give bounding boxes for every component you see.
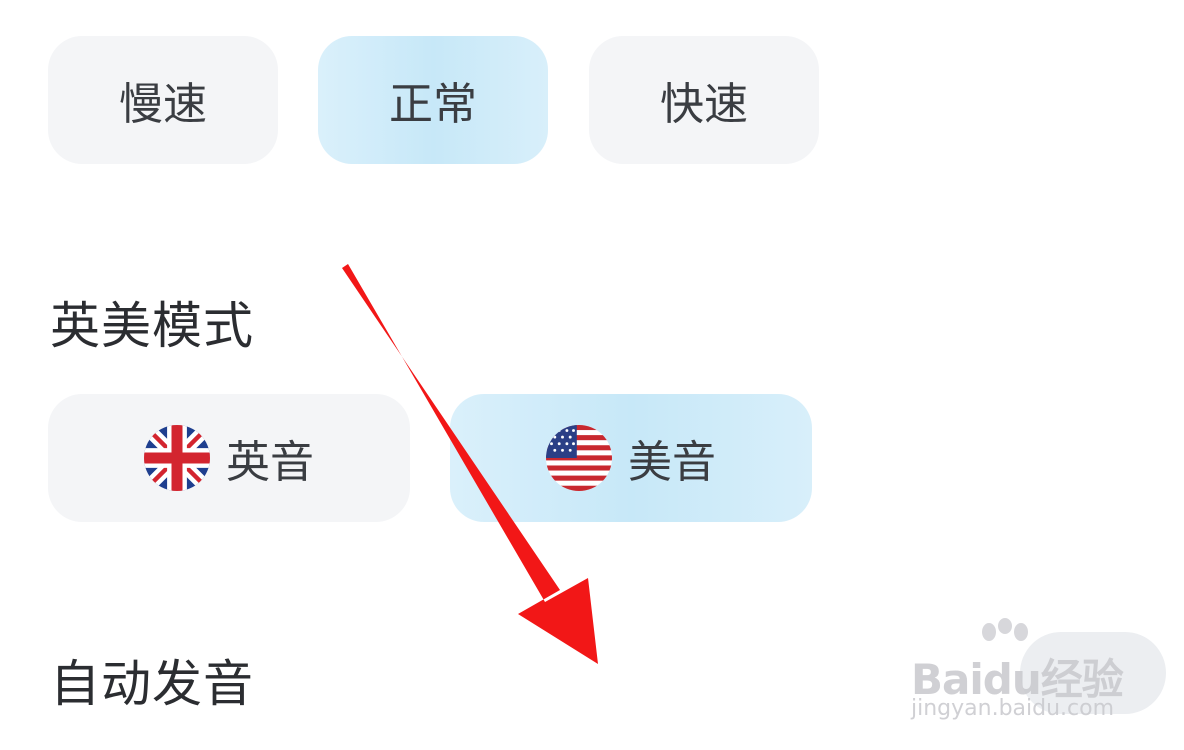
watermark-url: jingyan.baidu.com [911,696,1115,721]
baidu-watermark: Baidu经验 jingyan.baidu.com [905,618,1175,728]
